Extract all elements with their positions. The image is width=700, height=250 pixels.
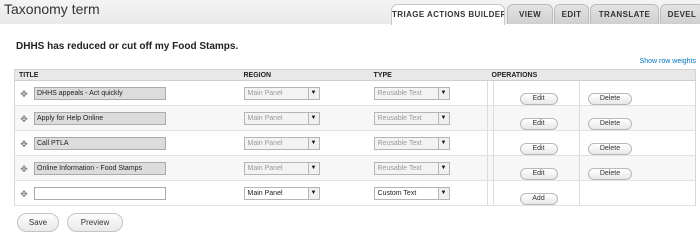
column-header-type: TYPE [369,69,488,81]
region-select[interactable]: Main Panel ▼ [243,112,320,125]
chevron-down-icon: ▼ [307,88,319,99]
chevron-down-icon: ▼ [307,113,319,124]
region-select[interactable]: Main Panel ▼ [243,87,320,100]
edit-button[interactable]: Edit [519,118,558,130]
drag-handle-icon[interactable]: ✥ [17,164,31,175]
title-field[interactable]: DHHS appeals - Act quickly [34,87,166,100]
show-row-weights-link[interactable]: Show row weights [640,58,696,65]
new-type-select[interactable]: Custom Text ▼ [373,187,450,200]
chevron-down-icon: ▼ [437,88,449,99]
title-field[interactable]: Call PTLA [34,137,166,150]
page-title: Taxonomy term [4,1,100,17]
column-header-title: TITLE [14,69,240,81]
drag-handle-icon[interactable]: ✥ [17,89,31,100]
type-select[interactable]: Reusable Text ▼ [373,162,450,175]
drag-handle-icon[interactable]: ✥ [17,139,31,150]
type-select[interactable]: Reusable Text ▼ [373,112,450,125]
tab-translate[interactable]: TRANSLATE [590,4,659,24]
table-row: ✥ Apply for Help Online Main Panel ▼ Reusa… [14,105,696,131]
type-value: Reusable Text [377,165,422,172]
add-button[interactable]: Add [519,193,558,205]
type-select[interactable]: Reusable Text ▼ [373,137,450,150]
save-button[interactable]: Save [17,213,59,232]
tab-devel[interactable]: DEVEL [660,4,700,24]
new-region-select[interactable]: Main Panel ▼ [243,187,320,200]
table-row: ✥ Online Information - Food Stamps Main P… [14,155,696,181]
title-field[interactable]: Apply for Help Online [34,112,166,125]
type-value: Reusable Text [377,115,422,122]
tab-view[interactable]: VIEW [507,4,553,24]
table-row: ✥ DHHS appeals - Act quickly Main Panel ▼ … [14,80,696,106]
column-header-operations: OPERATIONS [487,69,696,81]
preview-button[interactable]: Preview [67,213,123,232]
edit-button[interactable]: Edit [519,143,558,155]
chevron-down-icon: ▼ [437,188,449,199]
table-row: ✥ Call PTLA Main Panel ▼ Reusable Text ▼ Ed… [14,130,696,156]
top-bar: Taxonomy term TRIAGE ACTIONS BUILDER VIE… [0,0,700,25]
chevron-down-icon: ▼ [307,138,319,149]
chevron-down-icon: ▼ [437,138,449,149]
region-value: Main Panel [247,115,283,122]
actions-table: TITLE REGION TYPE OPERATIONS ✥ DHHS appea… [14,69,697,206]
tab-edit[interactable]: EDIT [554,4,589,24]
table-header-row: TITLE REGION TYPE OPERATIONS [14,69,696,81]
edit-button[interactable]: Edit [519,93,558,105]
region-value: Main Panel [247,140,283,147]
region-select[interactable]: Main Panel ▼ [243,162,320,175]
type-value: Reusable Text [377,90,422,97]
delete-button[interactable]: Delete [588,93,632,105]
drag-handle-icon[interactable]: ✥ [17,189,31,200]
region-value: Main Panel [247,165,283,172]
delete-button[interactable]: Delete [588,118,632,130]
chevron-down-icon: ▼ [437,113,449,124]
delete-button[interactable]: Delete [588,168,632,180]
column-header-region: REGION [239,69,370,81]
region-select[interactable]: Main Panel ▼ [243,137,320,150]
chevron-down-icon: ▼ [307,163,319,174]
drag-handle-icon[interactable]: ✥ [17,114,31,125]
type-value: Reusable Text [377,140,422,147]
type-value: Custom Text [377,190,417,197]
type-select[interactable]: Reusable Text ▼ [373,87,450,100]
page-headline: DHHS has reduced or cut off my Food Stam… [16,41,239,52]
delete-button[interactable]: Delete [588,143,632,155]
region-value: Main Panel [247,90,283,97]
new-title-field[interactable] [34,187,166,200]
tab-triage-actions-builder[interactable]: TRIAGE ACTIONS BUILDER [391,4,505,25]
region-value: Main Panel [247,190,283,197]
new-row: ✥ Main Panel ▼ Custom Text ▼ Add [14,180,696,206]
chevron-down-icon: ▼ [437,163,449,174]
title-field[interactable]: Online Information - Food Stamps [34,162,166,175]
edit-button[interactable]: Edit [519,168,558,180]
chevron-down-icon: ▼ [307,188,319,199]
